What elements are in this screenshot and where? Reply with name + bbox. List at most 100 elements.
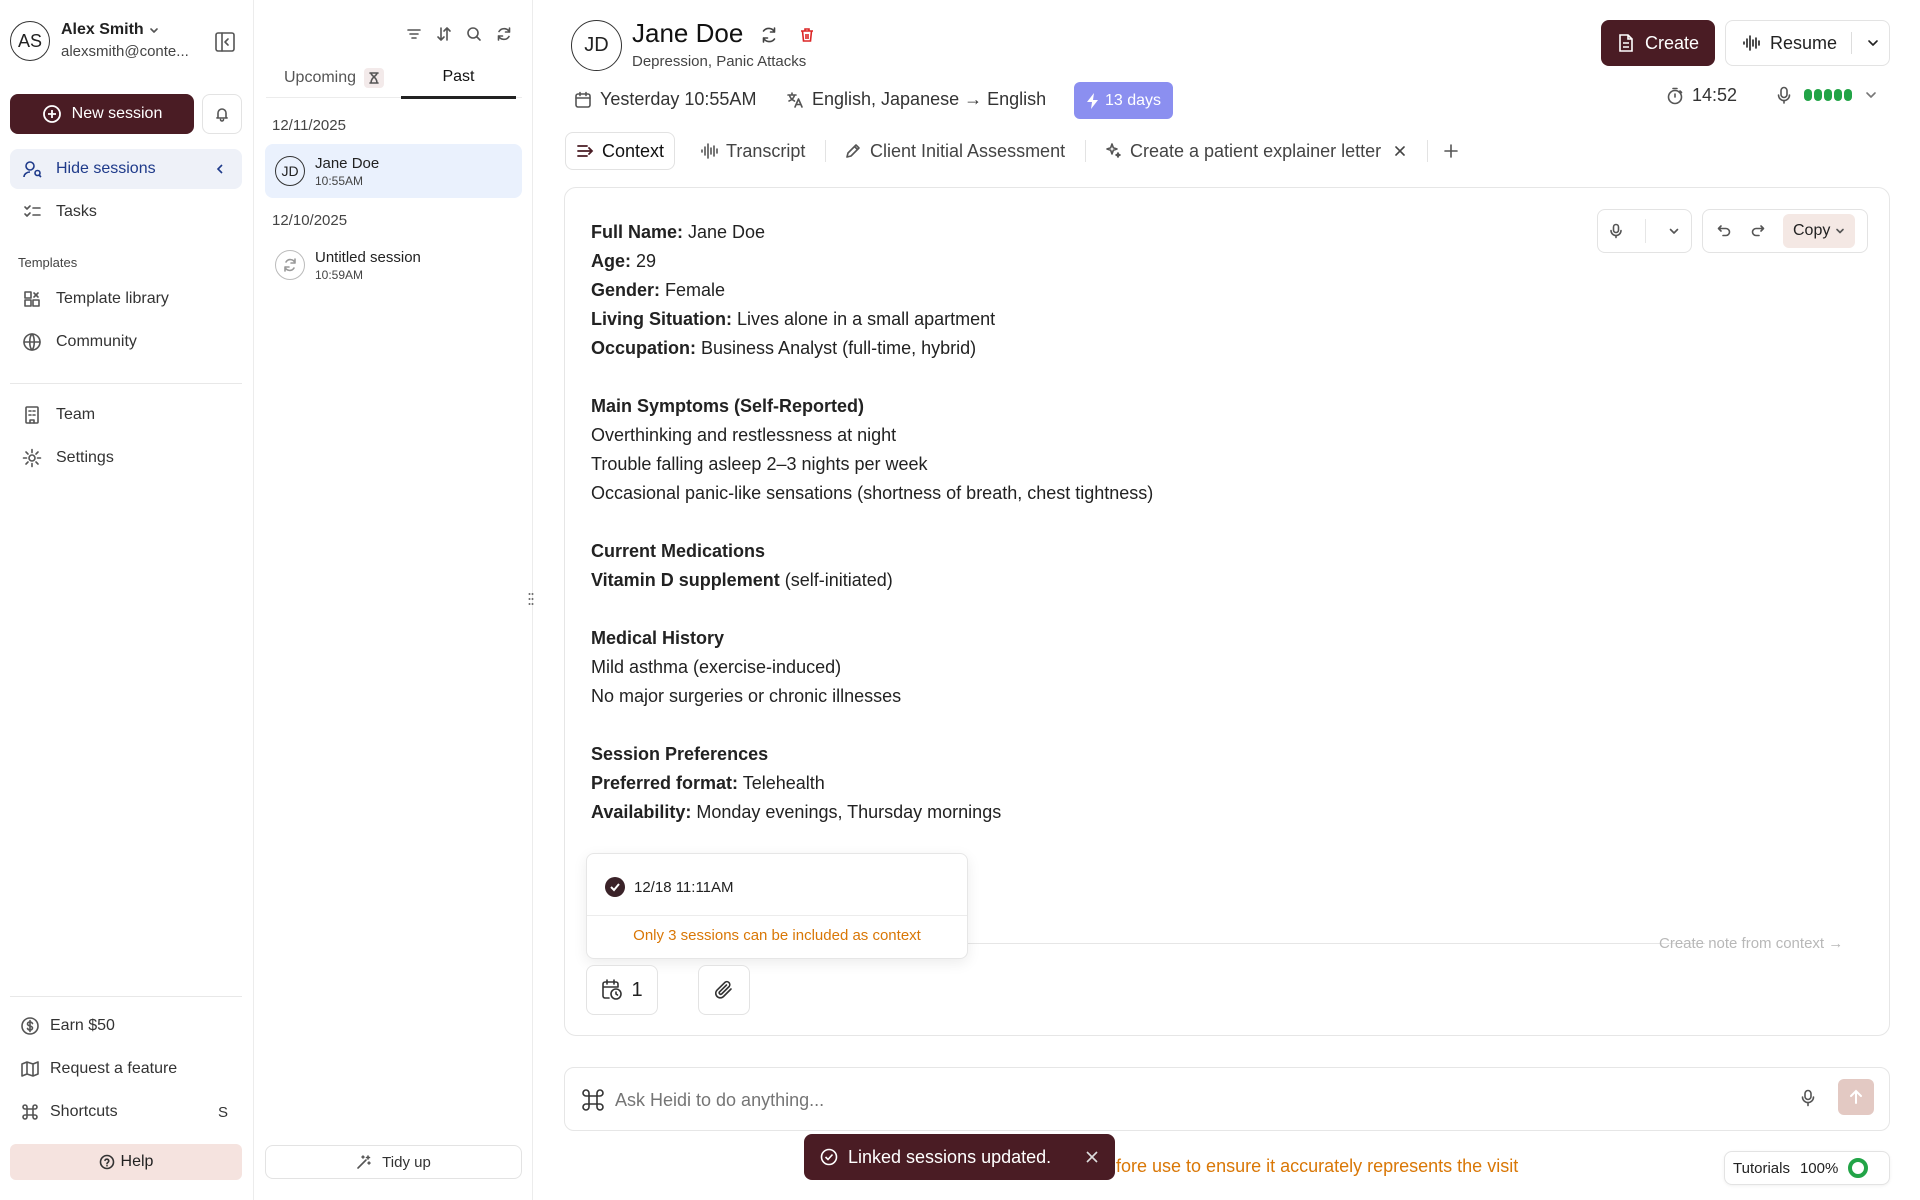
document-icon (1619, 34, 1633, 52)
calendar-icon (575, 91, 591, 108)
dollar-circle-icon (21, 1017, 39, 1035)
dashed-sync-icon (284, 258, 296, 272)
close-icon[interactable] (1393, 144, 1407, 158)
tab-context[interactable]: Context (565, 132, 676, 170)
calendar-clock-icon (602, 979, 623, 1000)
lightning-icon (1086, 92, 1098, 109)
checkbox-checked[interactable] (605, 877, 625, 897)
tab-separator (1085, 140, 1086, 162)
command-icon (22, 1104, 38, 1120)
sidebar-item-settings[interactable]: Settings (10, 438, 242, 478)
heidi-logo-icon (582, 1089, 604, 1111)
close-icon[interactable] (1085, 1150, 1099, 1164)
magic-wand-icon (357, 1155, 371, 1169)
mic-level[interactable] (1776, 86, 1878, 104)
context-editor[interactable]: Full Name: Jane Doe Age: 29 Gender: Fema… (564, 187, 1890, 1036)
sidebar-item-community[interactable]: Community (10, 322, 242, 362)
send-button[interactable] (1838, 1079, 1874, 1115)
new-session-button[interactable]: New session (10, 94, 194, 134)
chevron-down-icon[interactable] (1668, 225, 1680, 237)
sort-icon[interactable] (436, 26, 452, 42)
context-symptom: Overthinking and restlessness at night (591, 425, 897, 445)
create-note-from-context[interactable]: Create note from context → (1659, 935, 1843, 952)
context-symptoms-heading: Main Symptoms (Self-Reported) (591, 396, 865, 416)
paperclip-icon (714, 980, 732, 999)
sidebar-item-request-feature[interactable]: Request a feature (8, 1049, 240, 1089)
session-date[interactable]: Yesterday 10:55AM (574, 89, 756, 110)
resume-divider (1851, 32, 1853, 54)
microphone-icon[interactable] (1609, 223, 1623, 239)
language-selector[interactable]: English, Japanese → English (786, 89, 1046, 110)
map-icon (21, 1061, 39, 1077)
attach-button[interactable] (698, 965, 750, 1015)
tab-patient-explainer-letter[interactable]: Create a patient explainer letter (1104, 132, 1407, 170)
tutorials-button[interactable]: Tutorials 100% (1724, 1151, 1890, 1185)
filter-icon[interactable] (406, 26, 422, 42)
waveform-icon (1743, 35, 1760, 51)
context-footer-divider (965, 943, 1705, 944)
sidebar-item-tasks[interactable]: Tasks (10, 192, 242, 232)
microphone-icon[interactable] (1801, 1089, 1815, 1107)
undo-icon[interactable] (1717, 224, 1731, 238)
sync-button[interactable] (760, 26, 778, 44)
templates-heading: Templates (18, 255, 78, 270)
collapse-sidebar-button[interactable] (213, 30, 237, 54)
ask-bar (564, 1067, 1890, 1131)
linked-session-option[interactable]: 12/18 11:11AM (605, 877, 734, 897)
search-icon[interactable] (466, 26, 482, 42)
tab-transcript[interactable]: Transcript (700, 132, 805, 170)
linked-sessions-button[interactable]: 1 (586, 965, 658, 1015)
session-item-jane-doe[interactable]: JD Jane Doe 10:55AM (265, 144, 522, 198)
tidy-up-button[interactable]: Tidy up (265, 1145, 522, 1179)
user-name[interactable]: Alex Smith (61, 21, 160, 39)
tab-past[interactable]: Past (401, 68, 516, 86)
template-library-icon (24, 291, 40, 307)
create-button[interactable]: Create (1601, 20, 1715, 66)
sidebar-divider (10, 383, 242, 384)
sync-icon (762, 27, 776, 43)
session-item-untitled[interactable]: Untitled session 10:59AM (265, 238, 522, 292)
chevron-down-icon[interactable] (1866, 36, 1880, 50)
context-icon (577, 145, 594, 157)
patient-name[interactable]: Jane Doe (632, 18, 743, 49)
user-avatar[interactable]: AS (10, 21, 50, 61)
sidebar-item-earn[interactable]: Earn $50 (8, 1006, 240, 1046)
resize-handle[interactable] (528, 592, 534, 606)
sidebar-item-shortcuts[interactable]: Shortcuts S (8, 1092, 240, 1132)
sidebar-item-template-library[interactable]: Template library (10, 279, 242, 319)
refresh-icon[interactable] (496, 26, 512, 42)
gear-icon (22, 448, 42, 468)
pencil-icon (846, 144, 860, 158)
session-group-date: 12/11/2025 (272, 117, 346, 134)
resume-button[interactable]: Resume (1725, 20, 1890, 66)
redo-icon[interactable] (1751, 224, 1765, 238)
sessions-panel: Upcoming Past 12/11/2025 JD Jane Doe 10:… (254, 0, 534, 1200)
progress-ring-icon (1848, 1158, 1869, 1178)
dictate-group (1597, 209, 1692, 253)
copy-button[interactable]: Copy (1783, 214, 1856, 248)
chevron-down-icon (149, 28, 158, 33)
tab-client-initial-assessment[interactable]: Client Initial Assessment (844, 132, 1065, 170)
sidebar-item-team[interactable]: Team (10, 395, 242, 435)
chevron-left-icon (216, 164, 223, 174)
session-group-date: 12/10/2025 (272, 212, 348, 229)
context-availability: Availability: Monday evenings, Thursday … (591, 802, 1002, 822)
session-name: Jane Doe (315, 154, 380, 172)
sidebar-item-hide-sessions[interactable]: Hide sessions (10, 149, 242, 189)
ask-input[interactable] (615, 1084, 1755, 1116)
trash-icon (801, 28, 813, 42)
session-name: Untitled session (315, 248, 421, 266)
popup-divider (587, 915, 967, 916)
delete-button[interactable] (798, 26, 816, 44)
linked-sessions-warning: Only 3 sessions can be included as conte… (633, 927, 921, 944)
context-meds-heading: Current Medications (591, 541, 766, 561)
days-badge[interactable]: 13 days (1074, 82, 1173, 119)
context-symptom: Occasional panic-like sensations (shortn… (591, 483, 1154, 503)
notifications-button[interactable] (202, 94, 242, 134)
tab-upcoming[interactable]: Upcoming (284, 68, 385, 88)
building-icon (25, 406, 39, 424)
patient-avatar[interactable]: JD (571, 20, 622, 71)
help-button[interactable]: Help (10, 1144, 242, 1180)
bell-icon (216, 108, 228, 122)
add-tab-button[interactable] (1442, 142, 1460, 160)
